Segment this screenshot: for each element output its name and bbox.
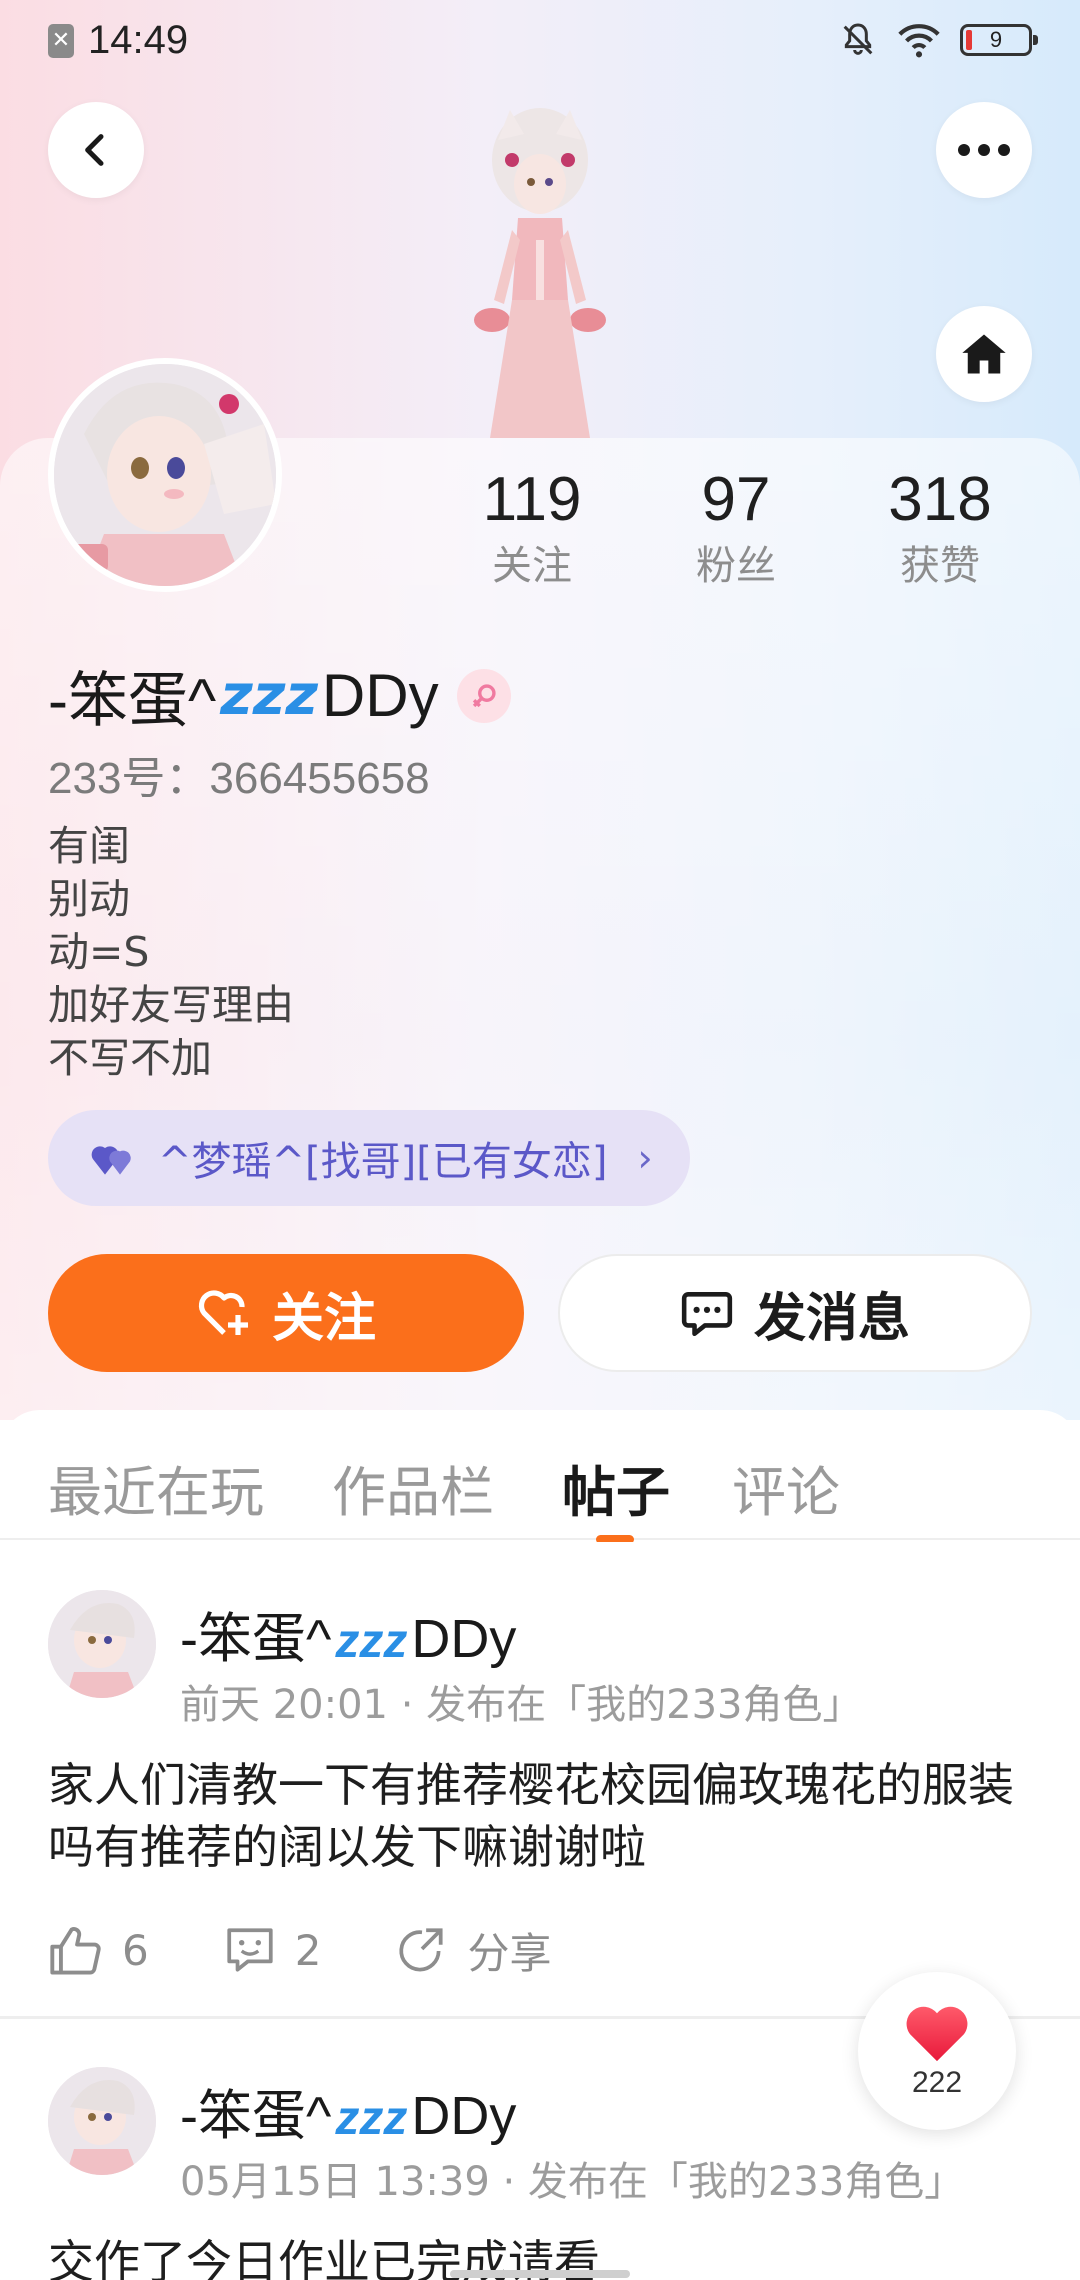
chevron-right-icon: › <box>637 1136 653 1180</box>
mute-bell-icon <box>843 23 873 55</box>
floating-like-button[interactable]: 222 <box>858 1972 1016 2130</box>
post-card[interactable]: -笨蛋^zᴢzDDy 前天 20:01 · 发布在「我的233角色」 家人们清教… <box>0 1542 1080 2016</box>
share-label: 分享 <box>467 1929 552 1978</box>
profile-avatar[interactable] <box>48 358 282 592</box>
author-name: -笨蛋^ <box>180 1609 332 1669</box>
relationship-text: ^梦瑶^[找哥][已有女恋] <box>158 1139 608 1185</box>
bio-line: 有闺 <box>48 822 130 870</box>
bio-line: 别动 <box>48 875 130 923</box>
post-actions: 6 2 分享 <box>48 1920 625 1981</box>
stat-followers[interactable]: 97 粉丝 <box>634 462 838 594</box>
message-label: 发消息 <box>753 1288 910 1349</box>
battery-indicator: 9 <box>960 24 1038 56</box>
comment-smile-icon <box>227 1927 273 1972</box>
message-button[interactable]: 发消息 <box>558 1254 1032 1372</box>
user-id: 233号：366455658 <box>48 754 430 803</box>
follow-label: 关注 <box>271 1288 376 1349</box>
wifi-icon <box>898 24 940 58</box>
post-author-avatar[interactable] <box>48 2067 156 2175</box>
share-button[interactable]: 分享 <box>395 1920 551 1981</box>
username-row: -笨蛋^ zᴢz DDy <box>48 652 511 739</box>
post-body: 家人们清教一下有推荐樱花校园偏玫瑰花的服装吗有推荐的阔以发下嘛谢谢啦 <box>48 1758 1014 1874</box>
home-indicator <box>450 2270 630 2278</box>
chat-bubble-icon <box>681 1292 733 1337</box>
back-button[interactable] <box>48 102 144 198</box>
home-button[interactable] <box>936 306 1032 402</box>
heart-icon <box>906 2006 968 2062</box>
status-time: 14:49 <box>88 18 189 62</box>
bio-line: 动=S <box>48 928 150 976</box>
post-meta: 05月15日 13:39 · 发布在「我的233角色」 <box>180 2159 965 2205</box>
stat-label: 获赞 <box>900 543 980 589</box>
zzz-emoji: zᴢz <box>220 663 318 728</box>
no-sim-icon: ✕ <box>48 23 74 58</box>
heart-plus-icon <box>198 1290 248 1335</box>
stat-following[interactable]: 119 关注 <box>430 462 634 594</box>
author-name-suffix: DDy <box>411 1609 517 1669</box>
username-suffix: DDy <box>321 662 439 729</box>
tab-recently-played[interactable]: 最近在玩 <box>48 1448 264 1527</box>
username: -笨蛋^ <box>48 667 217 734</box>
stat-value: 119 <box>482 465 582 534</box>
comment-count: 2 <box>294 1926 322 1975</box>
like-button[interactable]: 6 <box>48 1925 149 1977</box>
bio: 有闺 别动 动=S 加好友写理由 不写不加 <box>48 820 294 1085</box>
stat-likes[interactable]: 318 获赞 <box>838 462 1042 594</box>
zzz-emoji: zᴢz <box>335 1615 408 1668</box>
stat-value: 318 <box>888 465 992 534</box>
avatar-image <box>54 364 276 586</box>
comment-button[interactable]: 2 <box>223 1925 322 1977</box>
thumbs-up-icon <box>50 1926 101 1974</box>
profile-stats: 119 关注 97 粉丝 318 获赞 <box>430 462 1042 594</box>
author-name-suffix: DDy <box>411 2086 517 2146</box>
more-options-button[interactable] <box>936 102 1032 198</box>
tab-works[interactable]: 作品栏 <box>332 1448 494 1527</box>
post-author-name[interactable]: -笨蛋^zᴢzDDy <box>180 2071 516 2150</box>
character-avatar-image[interactable] <box>440 100 640 440</box>
stat-value: 97 <box>701 465 771 534</box>
like-count: 6 <box>122 1926 149 1975</box>
profile-tabs: 最近在玩 作品栏 帖子 评论 <box>0 1410 1080 1544</box>
stat-label: 关注 <box>492 543 572 589</box>
bio-line: 不写不加 <box>48 1034 212 1082</box>
share-icon <box>399 1927 444 1971</box>
zzz-emoji: zᴢz <box>335 2092 408 2145</box>
post-meta: 前天 20:01 · 发布在「我的233角色」 <box>180 1682 863 1728</box>
stat-label: 粉丝 <box>696 543 776 589</box>
double-heart-icon <box>91 1146 131 1175</box>
chevron-left-icon <box>85 134 104 166</box>
tab-comments[interactable]: 评论 <box>732 1448 840 1527</box>
author-name: -笨蛋^ <box>180 2086 332 2146</box>
tab-posts[interactable]: 帖子 <box>562 1448 670 1527</box>
post-author-avatar[interactable] <box>48 1590 156 1698</box>
follow-button[interactable]: 关注 <box>48 1254 524 1372</box>
floating-like-count: 222 <box>911 2066 963 2099</box>
house-icon <box>962 334 1006 374</box>
status-bar: ✕ 14:49 9 <box>0 0 1080 84</box>
relationship-pill[interactable]: ^梦瑶^[找哥][已有女恋] › <box>48 1110 690 1206</box>
more-dots-icon <box>958 144 1010 156</box>
bio-line: 加好友写理由 <box>48 981 294 1029</box>
female-gender-icon <box>456 668 511 723</box>
post-author-name[interactable]: -笨蛋^zᴢzDDy <box>180 1594 516 1673</box>
